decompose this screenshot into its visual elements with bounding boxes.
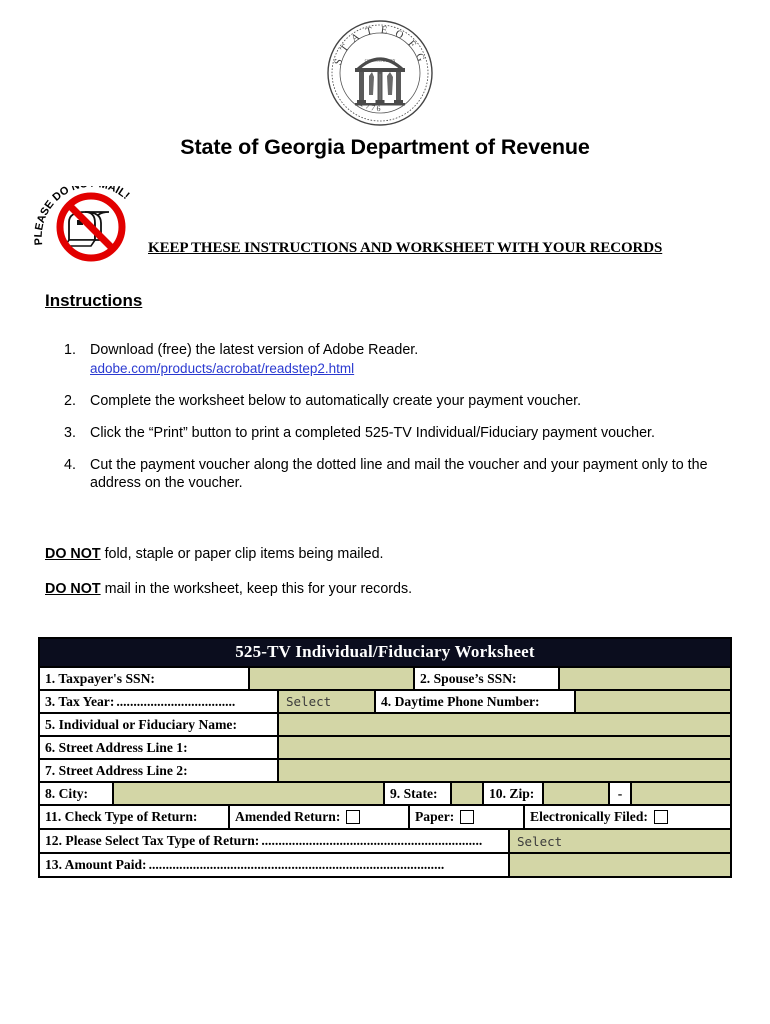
page-title: State of Georgia Department of Revenue	[180, 135, 590, 159]
electronically-filed-label: Electronically Filed:	[530, 809, 648, 824]
do-not-fold-notice: DO NOT fold, staple or paper clip items …	[45, 546, 384, 562]
step-text: Cut the payment voucher along the dotted…	[90, 457, 708, 492]
tax-type-select[interactable]: Select	[510, 830, 730, 852]
electronically-filed-checkbox[interactable]	[653, 810, 668, 824]
table-row: 12. Please Select Tax Type of Return:...…	[40, 828, 730, 852]
instruction-steps: 1. Download (free) the latest version of…	[64, 341, 744, 507]
zip-label: 10. Zip:	[484, 783, 544, 804]
step-number: 2.	[64, 392, 76, 409]
spouse-ssn-input[interactable]	[560, 668, 730, 689]
spouse-ssn-label: 2. Spouse’s SSN:	[415, 668, 560, 689]
list-item: 1. Download (free) the latest version of…	[64, 341, 744, 378]
amended-return-option[interactable]: Amended Return:	[230, 806, 410, 828]
do-not-mail-notice: DO NOT mail in the worksheet, keep this …	[45, 581, 412, 597]
leader-dots: ........................................…	[261, 833, 483, 848]
step-text: Download (free) the latest version of Ad…	[90, 342, 419, 358]
table-row: 3. Tax Year:............................…	[40, 689, 730, 712]
list-item: 3. Click the “Print” button to print a c…	[64, 424, 744, 442]
paper-checkbox[interactable]	[460, 810, 475, 824]
amended-return-label: Amended Return:	[235, 809, 341, 824]
worksheet-table: 525-TV Individual/Fiduciary Worksheet 1.…	[38, 637, 732, 878]
tax-year-select[interactable]: Select	[279, 691, 376, 712]
do-not-label: DO NOT	[45, 546, 101, 562]
paper-option[interactable]: Paper:	[410, 806, 525, 828]
zip-plus-four-input[interactable]	[632, 783, 730, 804]
taxpayer-ssn-input[interactable]	[250, 668, 415, 689]
electronically-filed-option[interactable]: Electronically Filed:	[525, 806, 730, 828]
state-of-georgia-seal: S T A T E O F G E O R G I A 1776 CONSTIT…	[320, 10, 435, 128]
table-row: 13. Amount Paid:........................…	[40, 852, 730, 876]
state-input[interactable]	[452, 783, 484, 804]
step-body: Download (free) the latest version of Ad…	[90, 341, 744, 378]
instructions-heading: Instructions	[45, 291, 143, 310]
step-number: 4.	[64, 457, 76, 474]
amount-paid-label: 13. Amount Paid:........................…	[40, 854, 510, 876]
table-row: 5. Individual or Fiduciary Name:	[40, 712, 730, 735]
table-row: 1. Taxpayer's SSN: 2. Spouse’s SSN:	[40, 666, 730, 689]
leader-dots: ...................................	[116, 693, 236, 709]
table-row: 8. City: 9. State: 10. Zip: -	[40, 781, 730, 804]
city-label: 8. City:	[40, 783, 114, 804]
do-not-mail-text: mail in the worksheet, keep this for you…	[100, 581, 413, 597]
table-row: 11. Check Type of Return: Amended Return…	[40, 804, 730, 828]
step-text: Complete the worksheet below to automati…	[90, 392, 582, 409]
step-number: 1.	[64, 342, 76, 358]
please-do-not-mail-icon: PLEASE DO NOT MAIL!	[33, 178, 153, 268]
fiduciary-name-input[interactable]	[279, 714, 730, 735]
leader-dots: ........................................…	[148, 857, 445, 872]
step-text: Click the “Print” button to print a comp…	[90, 424, 655, 441]
taxpayer-ssn-label: 1. Taxpayer's SSN:	[40, 668, 250, 689]
daytime-phone-input[interactable]	[576, 691, 730, 712]
do-not-label: DO NOT	[45, 581, 101, 597]
street-address-1-label: 6. Street Address Line 1:	[40, 737, 279, 758]
street-address-1-input[interactable]	[279, 737, 730, 758]
step-number: 3.	[64, 424, 76, 441]
tax-year-label: 3. Tax Year:............................…	[40, 691, 279, 712]
do-not-fold-text: fold, staple or paper clip items being m…	[100, 546, 384, 562]
fiduciary-name-label: 5. Individual or Fiduciary Name:	[40, 714, 279, 735]
keep-records-notice: KEEP THESE INSTRUCTIONS AND WORKSHEET WI…	[148, 240, 663, 256]
zip-separator: -	[610, 783, 632, 804]
list-item: 4. Cut the payment voucher along the dot…	[64, 456, 744, 493]
table-row: 6. Street Address Line 1:	[40, 735, 730, 758]
amended-return-checkbox[interactable]	[346, 810, 361, 824]
paper-label: Paper:	[415, 809, 455, 824]
amount-paid-input[interactable]	[510, 854, 730, 876]
table-row: 7. Street Address Line 2:	[40, 758, 730, 781]
svg-text:CONSTITUTION: CONSTITUTION	[365, 58, 396, 63]
list-item: 2. Complete the worksheet below to autom…	[64, 392, 744, 410]
state-label: 9. State:	[385, 783, 452, 804]
check-type-of-return-label: 11. Check Type of Return:	[40, 806, 230, 828]
street-address-2-label: 7. Street Address Line 2:	[40, 760, 279, 781]
tax-type-of-return-label: 12. Please Select Tax Type of Return:...…	[40, 830, 510, 852]
street-address-2-input[interactable]	[279, 760, 730, 781]
adobe-reader-link[interactable]: adobe.com/products/acrobat/readstep2.htm…	[90, 360, 744, 377]
city-input[interactable]	[114, 783, 385, 804]
worksheet-title: 525-TV Individual/Fiduciary Worksheet	[40, 639, 730, 666]
zip-input[interactable]	[544, 783, 610, 804]
daytime-phone-label: 4. Daytime Phone Number:	[376, 691, 576, 712]
tax-type-text: 12. Please Select Tax Type of Return:	[45, 833, 260, 848]
amount-paid-text: 13. Amount Paid:	[45, 857, 147, 872]
tax-year-text: 3. Tax Year:	[45, 693, 115, 709]
